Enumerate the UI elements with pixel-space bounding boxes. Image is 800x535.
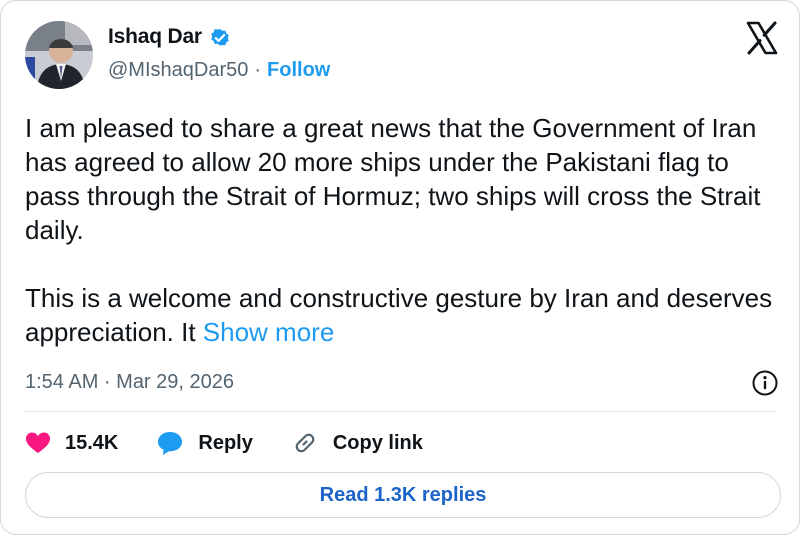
link-icon — [295, 433, 315, 453]
author-handle[interactable]: @MIshaqDar50 — [108, 59, 248, 82]
tweet-paragraph-1: I am pleased to share a great news that … — [25, 113, 768, 245]
copy-link-label: Copy link — [332, 431, 423, 454]
reply-button[interactable]: Reply — [156, 430, 253, 456]
x-logo-icon[interactable] — [745, 21, 779, 55]
author-name-row: Ishaq Dar — [108, 25, 232, 49]
tweet-text: I am pleased to share a great news that … — [25, 111, 785, 349]
handle-separator: · — [254, 59, 262, 81]
read-replies-button[interactable]: Read 1.3K replies — [25, 472, 781, 518]
like-count: 15.4K — [65, 431, 119, 454]
speech-bubble-icon — [158, 432, 183, 455]
author-avatar[interactable] — [25, 21, 93, 89]
tweet-card: Ishaq Dar @MIshaqDar50 · Follow I am ple… — [0, 0, 800, 535]
divider — [25, 411, 775, 412]
like-button[interactable]: 15.4K — [25, 431, 118, 455]
author-display-name[interactable]: Ishaq Dar — [108, 25, 202, 49]
verified-badge-icon — [211, 29, 229, 46]
info-icon[interactable] — [751, 369, 779, 397]
copy-link-button[interactable]: Copy link — [291, 429, 423, 457]
heart-icon — [26, 432, 50, 453]
show-more-link[interactable]: Show more — [203, 317, 335, 347]
follow-button[interactable]: Follow — [267, 59, 330, 82]
tweet-paragraph-2: This is a welcome and constructive gestu… — [25, 283, 780, 347]
tweet-actions: 15.4K Reply Copy link — [25, 427, 461, 459]
author-handle-row: @MIshaqDar50 · Follow — [108, 59, 330, 82]
avatar-image — [25, 21, 93, 89]
tweet-timestamp[interactable]: 1:54 AM · Mar 29, 2026 — [25, 371, 234, 394]
reply-label: Reply — [198, 431, 253, 454]
